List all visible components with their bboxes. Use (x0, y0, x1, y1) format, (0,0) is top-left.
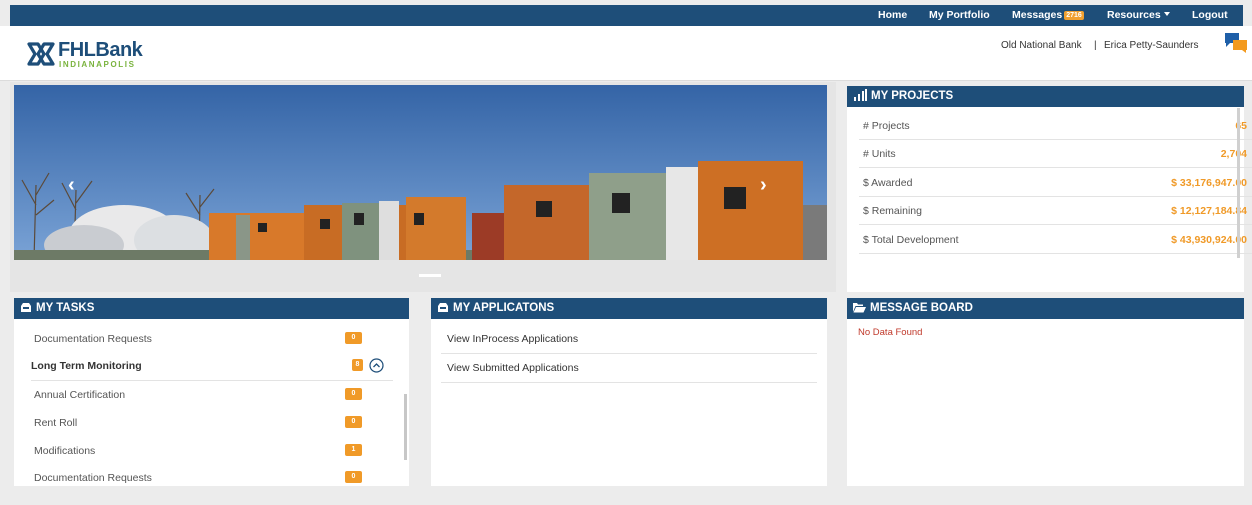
collapse-chevron-icon[interactable] (369, 358, 384, 373)
project-stat-value[interactable]: $ 33,176,947.00 (1171, 177, 1247, 189)
application-link[interactable]: View InProcess Applications (441, 325, 817, 354)
tasks-scrollbar[interactable] (404, 394, 407, 460)
my-tasks-panel: MY TASKS Documentation Requests 0 Long T… (14, 298, 409, 486)
task-group-count-badge: 8 (352, 359, 363, 371)
carousel-prev-button[interactable]: ‹ (68, 174, 75, 197)
nav-my-portfolio[interactable]: My Portfolio (929, 5, 990, 26)
nav-messages[interactable]: Messages 2716 (1012, 5, 1084, 26)
task-group-label: Long Term Monitoring (31, 360, 142, 372)
project-stat-row: $ Awarded $ 33,176,947.00 (859, 169, 1252, 197)
inbox-icon (438, 303, 448, 312)
my-tasks-title: MY TASKS (36, 302, 95, 314)
project-stat-row: $ Remaining $ 12,127,184.84 (859, 197, 1252, 225)
logo-subtext: INDIANAPOLIS (59, 60, 136, 69)
task-label: Documentation Requests (34, 333, 152, 345)
carousel-slide-image (14, 85, 827, 260)
my-tasks-header: MY TASKS (14, 298, 409, 319)
task-count-badge: 0 (345, 332, 362, 344)
nav-resources[interactable]: Resources (1107, 5, 1170, 26)
task-count-badge: 0 (345, 416, 362, 428)
project-stat-row: # Units 2,704 (859, 140, 1252, 168)
project-stat-label: # Units (863, 148, 896, 160)
message-board-header: MESSAGE BOARD (847, 298, 1244, 319)
site-header: FHLBank INDIANAPOLIS Old National Bank |… (0, 26, 1252, 81)
task-count-badge: 0 (345, 388, 362, 400)
my-projects-panel: MY PROJECTS # Projects 65 # Units 2,704 … (847, 86, 1252, 292)
my-projects-title: MY PROJECTS (871, 90, 954, 102)
my-projects-header: MY PROJECTS (847, 86, 1244, 107)
image-carousel: ‹ › (10, 82, 836, 292)
application-link-label: View InProcess Applications (447, 333, 579, 345)
carousel-indicator[interactable] (419, 274, 441, 277)
project-stat-row: $ Total Development $ 43,930,924.00 (859, 226, 1252, 254)
project-stat-label: # Projects (863, 120, 910, 132)
task-item[interactable]: Rent Roll 0 (34, 410, 384, 438)
task-item[interactable]: Annual Certification 0 (34, 382, 384, 410)
chat-icon[interactable] (1224, 32, 1248, 54)
folder-icon (853, 303, 866, 313)
task-label: Rent Roll (34, 417, 78, 429)
project-stat-value[interactable]: $ 12,127,184.84 (1171, 205, 1247, 217)
user-name[interactable]: Erica Petty-Saunders (1104, 40, 1199, 51)
header-separator: | (1094, 40, 1097, 51)
carousel-next-button[interactable]: › (760, 174, 767, 197)
project-stat-value[interactable]: $ 43,930,924.00 (1171, 234, 1247, 246)
project-stat-value[interactable]: 2,704 (1221, 148, 1247, 160)
task-label: Documentation Requests (34, 472, 152, 484)
projects-scrollbar[interactable] (1237, 108, 1240, 258)
message-board-panel: MESSAGE BOARD No Data Found (847, 298, 1244, 486)
my-applications-panel: MY APPLICATONS View InProcess Applicatio… (431, 298, 827, 486)
nav-logout[interactable]: Logout (1192, 5, 1228, 26)
inbox-icon (21, 303, 31, 312)
top-nav: Home My Portfolio Messages 2716 Resources… (10, 5, 1243, 26)
task-item[interactable]: Documentation Requests 0 (34, 326, 384, 354)
task-label: Modifications (34, 445, 96, 457)
project-stat-label: $ Awarded (863, 177, 913, 189)
task-label: Annual Certification (34, 389, 126, 401)
project-stat-label: $ Total Development (863, 234, 959, 246)
application-link[interactable]: View Submitted Applications (441, 354, 817, 383)
project-stat-row: # Projects 65 (859, 112, 1252, 140)
task-item[interactable]: Documentation Requests 0 (34, 465, 384, 486)
application-link-label: View Submitted Applications (447, 362, 579, 374)
caret-down-icon (1163, 12, 1170, 16)
fhlbank-logo[interactable]: FHLBank INDIANAPOLIS (26, 38, 156, 70)
no-data-message: No Data Found (858, 327, 923, 338)
my-applications-title: MY APPLICATONS (453, 302, 555, 314)
task-group-header[interactable]: Long Term Monitoring 8 (31, 353, 393, 381)
task-item[interactable]: Modifications 1 (34, 438, 384, 466)
message-board-title: MESSAGE BOARD (870, 302, 973, 314)
nav-resources-label: Resources (1107, 9, 1161, 21)
project-stat-label: $ Remaining (863, 205, 922, 217)
messages-count-badge: 2716 (1064, 11, 1084, 20)
logo-mark-icon (27, 42, 55, 66)
logo-text: FHLBank (58, 39, 143, 61)
my-applications-header: MY APPLICATONS (431, 298, 827, 319)
nav-messages-label: Messages (1012, 9, 1063, 21)
nav-home[interactable]: Home (878, 5, 907, 26)
task-count-badge: 1 (345, 444, 362, 456)
task-count-badge: 0 (345, 471, 362, 483)
bank-name: Old National Bank (1001, 40, 1082, 51)
bar-chart-icon (854, 89, 867, 101)
